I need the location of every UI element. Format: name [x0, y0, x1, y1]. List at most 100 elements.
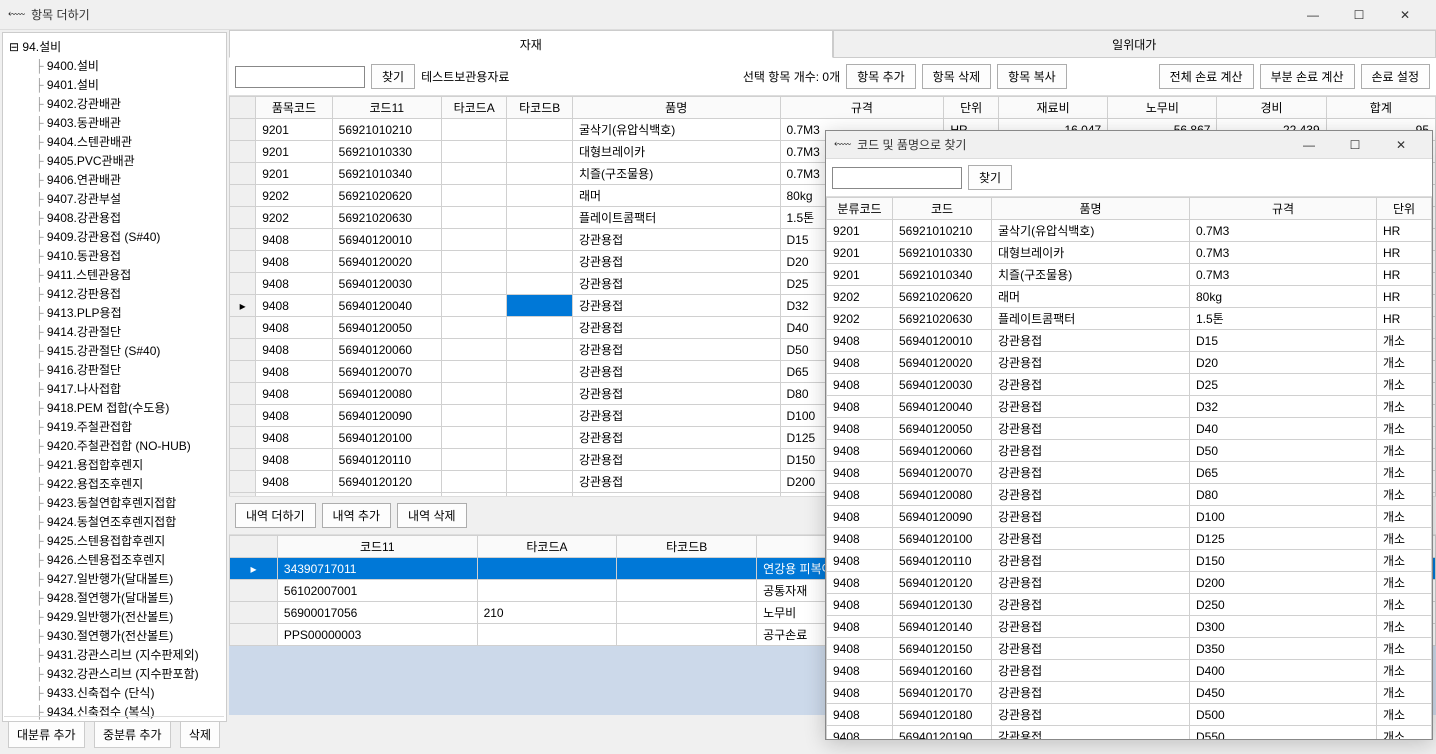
tree-item[interactable]: 9409.강관용접 (S#40) — [7, 227, 222, 246]
find-button[interactable]: 찾기 — [371, 64, 415, 89]
tree-item[interactable]: 9415.강관절단 (S#40) — [7, 341, 222, 360]
column-header[interactable]: 타코드B — [617, 536, 757, 558]
close-button[interactable]: ✕ — [1382, 0, 1428, 30]
table-row[interactable]: 920156921010210굴삭기(유압식백호)0.7M3HR — [827, 220, 1432, 242]
tree-item[interactable]: 9401.설비 — [7, 75, 222, 94]
column-header[interactable]: 합계 — [1326, 97, 1435, 119]
table-row[interactable]: 940856940120170강관용접D450개소 — [827, 682, 1432, 704]
table-row[interactable]: 940856940120090강관용접D100개소 — [827, 506, 1432, 528]
tree-item[interactable]: 9421.용접합후렌지 — [7, 455, 222, 474]
table-row[interactable]: 940856940120050강관용접D40개소 — [827, 418, 1432, 440]
popup-search-input[interactable] — [832, 167, 962, 189]
tree-item[interactable]: 9423.동철연합후렌지접합 — [7, 493, 222, 512]
column-header[interactable]: 타코드A — [477, 536, 617, 558]
column-header[interactable]: 경비 — [1217, 97, 1326, 119]
table-row[interactable]: 920156921010340치즐(구조물용)0.7M3HR — [827, 264, 1432, 286]
delete-item-button[interactable]: 항목 삭제 — [922, 64, 992, 89]
tree-item[interactable]: 9406.연관배관 — [7, 170, 222, 189]
table-row[interactable]: 940856940120120강관용접D200개소 — [827, 572, 1432, 594]
calc-all-button[interactable]: 전체 손료 계산 — [1159, 64, 1254, 89]
column-header[interactable]: 타코드A — [441, 97, 507, 119]
table-row[interactable]: 920256921020630플레이트콤팩터1.5톤HR — [827, 308, 1432, 330]
tree-item[interactable]: 9428.절연행가(달대볼트) — [7, 588, 222, 607]
tree-item[interactable]: 9433.신축접수 (단식) — [7, 683, 222, 702]
tree-item[interactable]: 9418.PEM 접합(수도용) — [7, 398, 222, 417]
column-header[interactable]: 코드 — [893, 198, 992, 220]
tree-item[interactable]: 9416.강판절단 — [7, 360, 222, 379]
popup-maximize-button[interactable]: ☐ — [1332, 130, 1378, 160]
config-button[interactable]: 손료 설정 — [1361, 64, 1431, 89]
tree-item[interactable]: 9424.동철연조후렌지접합 — [7, 512, 222, 531]
column-header[interactable]: 규격 — [780, 97, 944, 119]
column-header[interactable]: 품명 — [992, 198, 1190, 220]
table-row[interactable]: 920256921020620래머80kgHR — [827, 286, 1432, 308]
tree-item[interactable]: 9425.스텐용접합후렌지 — [7, 531, 222, 550]
popup-grid[interactable]: 분류코드코드품명규격단위920156921010210굴삭기(유압식백호)0.7… — [826, 197, 1432, 739]
tree-item[interactable]: 9414.강관절단 — [7, 322, 222, 341]
add-detail-row-button[interactable]: 내역 추가 — [322, 503, 392, 528]
search-input[interactable] — [235, 66, 365, 88]
table-row[interactable]: 940856940120150강관용접D350개소 — [827, 638, 1432, 660]
tree-item[interactable]: 9412.강판용접 — [7, 284, 222, 303]
delete-detail-button[interactable]: 내역 삭제 — [397, 503, 467, 528]
column-header[interactable]: 코드11 — [277, 536, 477, 558]
table-row[interactable]: 940856940120070강관용접D65개소 — [827, 462, 1432, 484]
tree-item[interactable]: 9404.스텐관배관 — [7, 132, 222, 151]
column-header[interactable]: 단위 — [944, 97, 999, 119]
tree-item[interactable]: 9431.강관스리브 (지수판제외) — [7, 645, 222, 664]
table-row[interactable]: 940856940120130강관용접D250개소 — [827, 594, 1432, 616]
popup-close-button[interactable]: ✕ — [1378, 130, 1424, 160]
table-row[interactable]: 940856940120100강관용접D125개소 — [827, 528, 1432, 550]
tree-item[interactable]: 9429.일반행가(전산볼트) — [7, 607, 222, 626]
table-row[interactable]: 940856940120080강관용접D80개소 — [827, 484, 1432, 506]
table-row[interactable]: 940856940120040강관용접D32개소 — [827, 396, 1432, 418]
tree-item[interactable]: 9411.스텐관용접 — [7, 265, 222, 284]
tree-item[interactable]: 9400.설비 — [7, 56, 222, 75]
column-header[interactable]: 재료비 — [998, 97, 1107, 119]
popup-find-button[interactable]: 찾기 — [968, 165, 1012, 190]
tree-item[interactable]: 9422.용접조후렌지 — [7, 474, 222, 493]
tree-item[interactable]: 9426.스텐용접조후렌지 — [7, 550, 222, 569]
add-detail-button[interactable]: 내역 더하기 — [235, 503, 316, 528]
column-header[interactable]: 단위 — [1377, 198, 1432, 220]
table-row[interactable]: 940856940120010강관용접D15개소 — [827, 330, 1432, 352]
tree-item[interactable]: 9417.나사접합 — [7, 379, 222, 398]
calc-part-button[interactable]: 부분 손료 계산 — [1260, 64, 1355, 89]
table-row[interactable]: 940856940120140강관용접D300개소 — [827, 616, 1432, 638]
category-tree[interactable]: 94.설비9400.설비9401.설비9402.강관배관9403.동관배관940… — [3, 33, 226, 721]
column-header[interactable]: 노무비 — [1108, 97, 1217, 119]
tree-item[interactable]: 9408.강관용접 — [7, 208, 222, 227]
table-row[interactable]: 940856940120160강관용접D400개소 — [827, 660, 1432, 682]
column-header[interactable]: 품목코드 — [256, 97, 332, 119]
table-row[interactable]: 940856940120180강관용접D500개소 — [827, 704, 1432, 726]
column-header[interactable]: 규격 — [1190, 198, 1377, 220]
table-row[interactable]: 940856940120060강관용접D50개소 — [827, 440, 1432, 462]
add-mid-button[interactable]: 중분류 추가 — [94, 721, 171, 748]
column-header[interactable]: 코드11 — [332, 97, 441, 119]
tree-item[interactable]: 9405.PVC관배관 — [7, 151, 222, 170]
column-header[interactable]: 분류코드 — [827, 198, 893, 220]
tree-root[interactable]: 94.설비 — [7, 37, 222, 56]
tree-item[interactable]: 9402.강관배관 — [7, 94, 222, 113]
add-major-button[interactable]: 대분류 추가 — [8, 721, 85, 748]
delete-category-button[interactable]: 삭제 — [180, 721, 220, 748]
add-item-button[interactable]: 항목 추가 — [846, 64, 916, 89]
table-row[interactable]: 940856940120030강관용접D25개소 — [827, 374, 1432, 396]
maximize-button[interactable]: ☐ — [1336, 0, 1382, 30]
tab-material[interactable]: 자재 — [229, 30, 833, 58]
tree-item[interactable]: 9419.주철관접합 — [7, 417, 222, 436]
tree-item[interactable]: 9403.동관배관 — [7, 113, 222, 132]
minimize-button[interactable]: — — [1290, 0, 1336, 30]
column-header[interactable]: 타코드B — [507, 97, 573, 119]
copy-item-button[interactable]: 항목 복사 — [997, 64, 1067, 89]
table-row[interactable]: 940856940120110강관용접D150개소 — [827, 550, 1432, 572]
column-header[interactable]: 품명 — [572, 97, 780, 119]
tree-item[interactable]: 9410.동관용접 — [7, 246, 222, 265]
tree-item[interactable]: 9432.강관스리브 (지수판포함) — [7, 664, 222, 683]
tree-item[interactable]: 9407.강관부설 — [7, 189, 222, 208]
table-row[interactable]: 940856940120190강관용접D550개소 — [827, 726, 1432, 740]
tab-unitprice[interactable]: 일위대가 — [833, 30, 1436, 58]
table-row[interactable]: 920156921010330대형브레이카0.7M3HR — [827, 242, 1432, 264]
tree-item[interactable]: 9420.주철관접합 (NO-HUB) — [7, 436, 222, 455]
tree-item[interactable]: 9427.일반행가(달대볼트) — [7, 569, 222, 588]
